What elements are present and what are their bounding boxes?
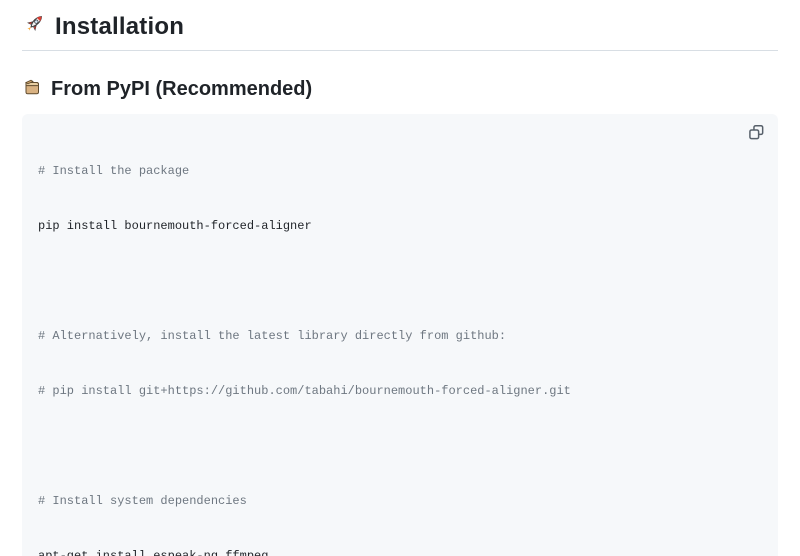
code-content: # Install the package pip install bourne… [38, 126, 762, 556]
copy-icon [748, 124, 765, 144]
from-pypi-heading: From PyPI (Recommended) [22, 77, 778, 102]
code-line: pip install bournemouth-forced-aligner [38, 217, 762, 236]
readme-page: Installation From PyPI (Recommended) # I… [0, 0, 800, 556]
code-line: # Install system dependencies [38, 492, 762, 511]
package-icon [22, 77, 42, 102]
code-line-blank [38, 272, 762, 291]
rocket-icon [22, 12, 46, 41]
code-line-blank [38, 437, 762, 456]
code-line: # pip install git+https://github.com/tab… [38, 382, 762, 401]
code-line: apt-get install espeak-ng ffmpeg [38, 547, 762, 556]
section-heading: From PyPI (Recommended) [51, 78, 312, 101]
code-line: # Install the package [38, 162, 762, 181]
page-title: Installation [55, 13, 184, 41]
code-line: # Alternatively, install the latest libr… [38, 327, 762, 346]
installation-heading: Installation [22, 12, 778, 51]
code-block-pypi: # Install the package pip install bourne… [22, 114, 778, 556]
copy-button[interactable] [745, 123, 767, 145]
